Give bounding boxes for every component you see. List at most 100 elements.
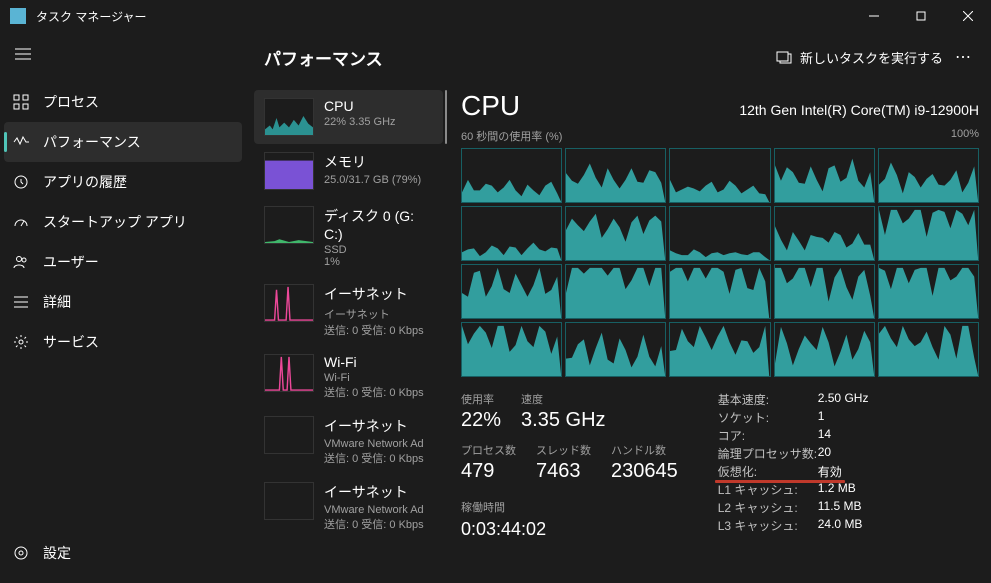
perf-sub: 22% 3.35 GHz <box>324 116 433 128</box>
core-chart <box>878 148 979 203</box>
sr-label: 論理プロセッサ数: <box>718 445 818 463</box>
sr-label: 仮想化: <box>718 463 818 481</box>
window-controls <box>850 0 991 32</box>
nav-users[interactable]: ユーザー <box>0 242 246 282</box>
core-chart <box>669 148 770 203</box>
nav-label: スタートアップ アプリ <box>43 212 187 232</box>
uptime-label: 稼働時間 <box>461 499 678 515</box>
perf-item-ethernet[interactable]: イーサネットイーサネット送信: 0 受信: 0 Kbps <box>254 276 443 346</box>
perf-sub: VMware Network Ad <box>324 504 433 516</box>
titlebar: タスク マネージャー <box>0 0 991 32</box>
stat-row: 仮想化:有効 <box>718 463 869 481</box>
perf-sub: 25.0/31.7 GB (79%) <box>324 174 433 186</box>
perf-sub2: 送信: 0 受信: 0 Kbps <box>324 516 433 532</box>
perf-item-disk[interactable]: ディスク 0 (G: C:)SSD1% <box>254 198 443 276</box>
mini-chart-disk <box>264 206 314 244</box>
perf-sub: Wi-Fi <box>324 372 433 384</box>
perf-sub: イーサネット <box>324 306 433 322</box>
sidebar: プロセス パフォーマンス アプリの履歴 スタートアップ アプリ ユーザー 詳細 … <box>0 32 246 583</box>
uptime-val: 0:03:44:02 <box>461 519 678 540</box>
core-chart <box>565 206 666 261</box>
detail-title: CPU <box>461 90 520 122</box>
core-chart <box>669 206 770 261</box>
stat-row: L3 キャッシュ:24.0 MB <box>718 517 869 535</box>
minimize-button[interactable] <box>850 0 897 32</box>
util-label: 使用率 <box>461 391 501 407</box>
perf-item-ethernet-vm1[interactable]: イーサネット VMware Network Ad送信: 0 受信: 0 Kbps <box>254 408 443 474</box>
sr-label: コア: <box>718 427 818 445</box>
nav-label: アプリの履歴 <box>43 172 127 192</box>
grid-icon <box>13 94 29 110</box>
run-icon <box>776 49 792 65</box>
sr-val: 1 <box>818 409 825 427</box>
nav-settings[interactable]: 設定 <box>0 533 246 573</box>
nav-performance[interactable]: パフォーマンス <box>4 122 242 162</box>
core-chart <box>461 148 562 203</box>
nav-label: サービス <box>43 332 99 352</box>
perf-sub2: 送信: 0 受信: 0 Kbps <box>324 384 433 400</box>
core-chart <box>878 264 979 319</box>
nav-services[interactable]: サービス <box>0 322 246 362</box>
graph-label-left: 60 秒間の使用率 (%) <box>461 128 562 144</box>
core-chart <box>774 264 875 319</box>
perf-list[interactable]: CPU 22% 3.35 GHz メモリ25.0/31.7 GB (79%) ディ… <box>254 90 451 583</box>
core-chart <box>461 264 562 319</box>
perf-item-cpu[interactable]: CPU 22% 3.35 GHz <box>254 90 443 144</box>
hamburger-button[interactable] <box>3 36 43 72</box>
core-chart <box>774 322 875 377</box>
nav-label: パフォーマンス <box>43 132 141 152</box>
nav-history[interactable]: アプリの履歴 <box>0 162 246 202</box>
core-chart <box>565 148 666 203</box>
core-chart <box>774 148 875 203</box>
users-icon <box>13 254 29 270</box>
nav-details[interactable]: 詳細 <box>0 282 246 322</box>
page-title: パフォーマンス <box>264 45 383 70</box>
core-chart <box>669 264 770 319</box>
core-grid[interactable] <box>461 148 979 377</box>
nav-startup[interactable]: スタートアップ アプリ <box>0 202 246 242</box>
new-task-button[interactable]: 新しいタスクを実行する <box>776 48 943 67</box>
speed-val: 3.35 GHz <box>521 409 605 432</box>
perf-item-wifi[interactable]: Wi-FiWi-Fi送信: 0 受信: 0 Kbps <box>254 346 443 408</box>
perf-title: Wi-Fi <box>324 354 433 370</box>
core-chart <box>774 206 875 261</box>
maximize-button[interactable] <box>897 0 944 32</box>
nav-label: プロセス <box>43 92 99 112</box>
util-val: 22% <box>461 409 501 432</box>
perf-sub: SSD <box>324 244 433 256</box>
gear-icon <box>13 334 29 350</box>
thread-val: 7463 <box>536 460 591 483</box>
perf-sub2: 1% <box>324 256 433 268</box>
core-chart <box>878 322 979 377</box>
stat-row: L2 キャッシュ:11.5 MB <box>718 499 869 517</box>
core-chart <box>669 322 770 377</box>
gauge-icon <box>13 214 29 230</box>
stat-row: ソケット:1 <box>718 409 869 427</box>
perf-title: イーサネット <box>324 482 433 502</box>
perf-title: イーサネット <box>324 416 433 436</box>
list-icon <box>13 294 29 310</box>
perf-sub: VMware Network Ad <box>324 438 433 450</box>
nav-processes[interactable]: プロセス <box>0 82 246 122</box>
detail-pane: CPU 12th Gen Intel(R) Core(TM) i9-12900H… <box>461 90 979 583</box>
handle-val: 230645 <box>611 460 678 483</box>
perf-title: イーサネット <box>324 284 433 304</box>
more-button[interactable]: ⋯ <box>955 47 973 67</box>
titlebar-text: タスク マネージャー <box>36 8 147 25</box>
sr-val: 1.2 MB <box>818 481 856 499</box>
sr-label: 基本速度: <box>718 391 818 409</box>
perf-title: CPU <box>324 98 433 114</box>
close-button[interactable] <box>944 0 991 32</box>
mini-chart-eth3 <box>264 482 314 520</box>
stat-row: 基本速度:2.50 GHz <box>718 391 869 409</box>
handle-label: ハンドル数 <box>611 442 678 458</box>
settings-icon <box>13 545 29 561</box>
sr-val: 11.5 MB <box>818 499 862 517</box>
nav-label: ユーザー <box>43 252 99 272</box>
perf-item-ethernet-vm2[interactable]: イーサネット VMware Network Ad送信: 0 受信: 0 Kbps <box>254 474 443 540</box>
graph-label-right: 100% <box>951 128 979 144</box>
perf-item-memory[interactable]: メモリ25.0/31.7 GB (79%) <box>254 144 443 198</box>
perf-sub2: 送信: 0 受信: 0 Kbps <box>324 450 433 466</box>
stat-row: 論理プロセッサ数:20 <box>718 445 869 463</box>
core-chart <box>461 322 562 377</box>
